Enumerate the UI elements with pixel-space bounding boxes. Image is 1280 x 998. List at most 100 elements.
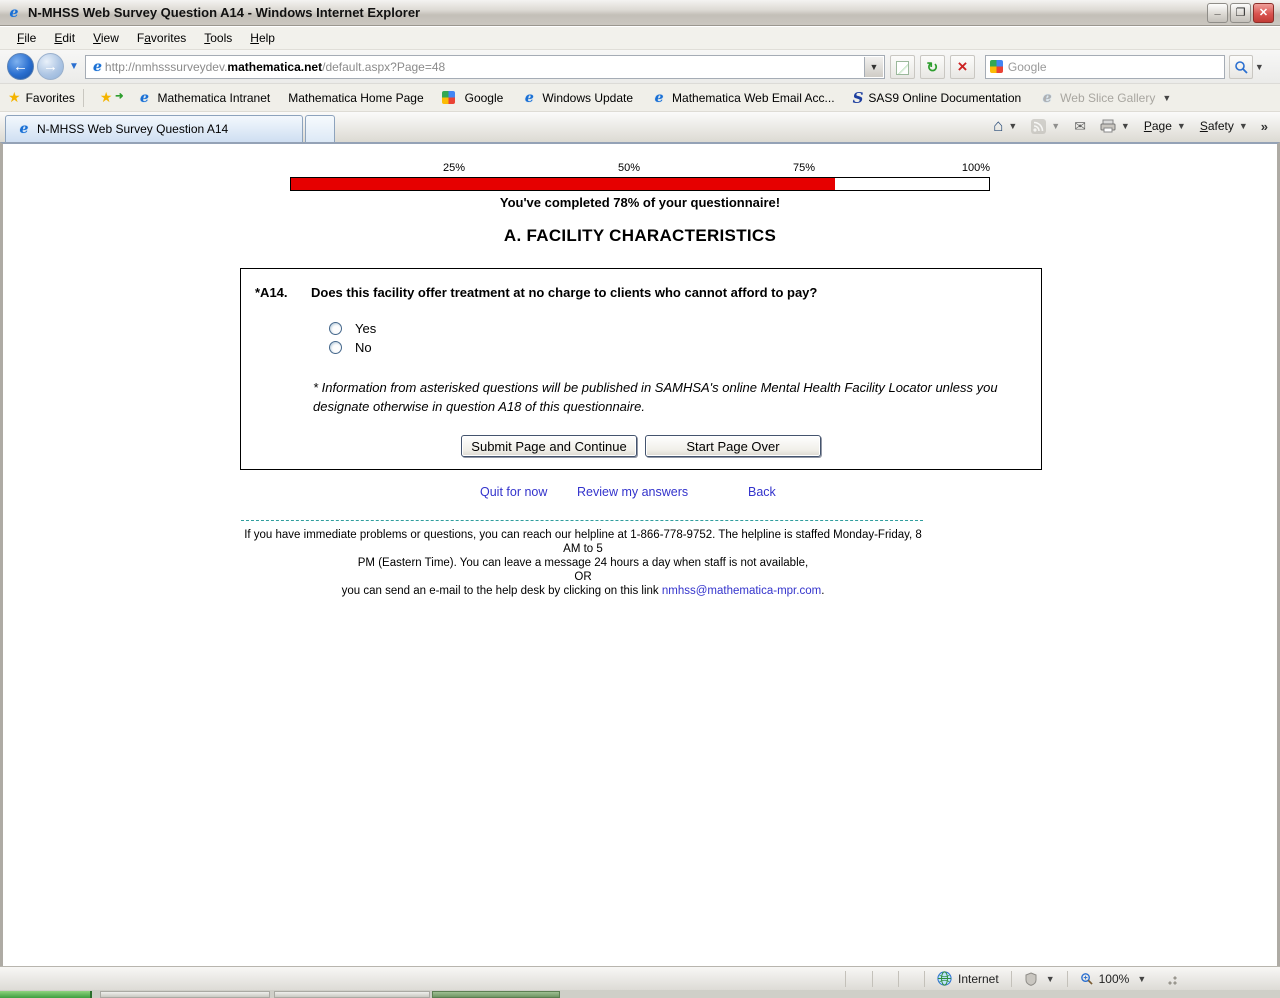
status-bar: Internet ▼ 100% ▼ [0, 966, 1280, 990]
page-menu-button[interactable]: Page ▼ [1139, 117, 1191, 135]
favorite-item[interactable]: Mathematica Home Page [279, 91, 432, 105]
forward-button[interactable]: → [37, 53, 64, 80]
search-box[interactable] [984, 54, 1225, 79]
progress-tick-labels: 25% 50% 75% 100% [290, 162, 990, 174]
mail-icon [1074, 118, 1086, 135]
history-dropdown-icon[interactable]: ▼ [69, 61, 79, 72]
address-input[interactable]: http://nmhsssurveydev.mathematica.net/de… [84, 54, 885, 79]
menu-tools[interactable]: Tools [195, 28, 241, 48]
refresh-button[interactable]: ↻ [919, 54, 945, 79]
search-options-dropdown-icon[interactable]: ▼ [1255, 62, 1264, 72]
back-link[interactable]: Back [748, 485, 776, 499]
menu-edit[interactable]: Edit [45, 28, 84, 48]
protected-mode-shield-icon [1025, 971, 1037, 986]
menu-view[interactable]: View [84, 28, 128, 48]
progress-bar-fill [291, 178, 836, 190]
minimize-button[interactable] [1207, 2, 1228, 23]
search-input[interactable] [1007, 59, 1224, 74]
quit-for-now-link[interactable]: Quit for now [480, 485, 547, 499]
option-no-label: No [355, 340, 372, 355]
helpdesk-email-link[interactable]: nmhss@mathematica-mpr.com [662, 585, 821, 597]
address-dropdown-icon[interactable]: ▼ [863, 56, 883, 77]
progress-bar [290, 177, 990, 191]
favorite-item-label: SAS9 Online Documentation [868, 90, 1022, 105]
favorite-item-label: Mathematica Home Page [288, 90, 424, 105]
resize-grip[interactable] [1164, 971, 1179, 986]
stop-button[interactable]: × [949, 54, 975, 79]
add-favorite-button[interactable]: ➜ [92, 89, 124, 106]
menu-help[interactable]: Help [241, 28, 284, 48]
taskbar-button[interactable] [100, 991, 270, 998]
progress-tick-label: 75% [792, 162, 815, 174]
start-page-over-button[interactable]: Start Page Over [645, 435, 821, 457]
compatibility-icon [895, 60, 909, 75]
submit-page-button[interactable]: Submit Page and Continue [461, 435, 637, 457]
zoom-control[interactable]: 100% ▼ [1068, 972, 1159, 986]
google-icon [989, 60, 1003, 73]
dashed-divider [241, 520, 923, 521]
page-menu-label: Page [1143, 119, 1172, 133]
progress-tick-label: 50% [617, 162, 640, 174]
tab-favicon-icon [16, 121, 32, 137]
ie-icon [1039, 90, 1055, 106]
google-icon [441, 91, 455, 104]
magnifier-icon [1235, 60, 1248, 74]
add-favorite-star-icon [100, 89, 113, 105]
option-yes-label: Yes [355, 321, 377, 336]
asterisk-footnote: * Information from asterisked questions … [313, 380, 998, 414]
favorites-button[interactable]: Favorites [26, 91, 75, 105]
sas-icon [853, 89, 864, 107]
ie-icon [136, 90, 152, 106]
tab-active[interactable]: N-MHSS Web Survey Question A14 [5, 115, 303, 142]
option-no[interactable]: No [329, 340, 372, 355]
favorite-item[interactable]: Windows Update [512, 90, 642, 106]
safety-menu-button[interactable]: Safety ▼ [1195, 117, 1253, 135]
favorites-items: Mathematica Intranet Mathematica Home Pag… [127, 89, 1180, 107]
home-button[interactable]: ▼ [988, 114, 1022, 138]
option-yes[interactable]: Yes [329, 321, 376, 336]
help-line-4: you can send an e-mail to the help desk … [341, 585, 825, 597]
security-zone: Internet [925, 971, 1011, 986]
radio-yes[interactable] [329, 322, 342, 335]
compatibility-view-button[interactable] [889, 54, 915, 79]
separator [82, 88, 84, 107]
menu-file[interactable]: File [8, 28, 45, 48]
taskbar-button[interactable] [274, 991, 430, 998]
favorite-item[interactable]: Google [433, 91, 513, 105]
navigation-links: Quit for now Review my answers Back [3, 485, 1280, 501]
favorite-item[interactable]: SAS9 Online Documentation [844, 89, 1031, 107]
back-button[interactable]: ← [7, 53, 34, 80]
start-button-sliver[interactable] [0, 991, 92, 998]
favorite-item[interactable]: Mathematica Intranet [127, 90, 279, 106]
url-domain: mathematica.net [227, 59, 323, 74]
security-zone-label: Internet [958, 971, 999, 986]
new-tab-button[interactable] [305, 115, 335, 142]
print-button[interactable]: ▼ [1095, 117, 1135, 135]
ie-icon [521, 90, 537, 106]
progress-tick-label: 100% [961, 162, 990, 174]
rss-feed-icon [1031, 118, 1047, 134]
taskbar-button[interactable] [432, 991, 560, 998]
review-my-answers-link[interactable]: Review my answers [577, 485, 688, 499]
ie-icon [651, 90, 667, 106]
favorite-item-label: Mathematica Web Email Acc... [672, 90, 835, 105]
protected-mode-button[interactable]: ▼ [1012, 971, 1067, 986]
search-button[interactable] [1228, 54, 1253, 79]
favorite-item[interactable]: Web Slice Gallery▼ [1030, 90, 1180, 106]
help-line-2: PM (Eastern Time). You can leave a messa… [357, 557, 809, 569]
toolbar-overflow-chevron-icon[interactable] [1257, 119, 1272, 134]
close-button[interactable] [1253, 2, 1274, 23]
feeds-button[interactable]: ▼ [1026, 117, 1065, 136]
tab-bar: N-MHSS Web Survey Question A14 ▼ ▼ ▼ Pag… [0, 112, 1280, 142]
favorite-item-label: Mathematica Intranet [157, 90, 271, 105]
page-viewport: 25% 50% 75% 100% You've completed 78% of yo… [0, 142, 1280, 966]
add-favorite-plus-icon: ➜ [115, 91, 124, 102]
favorite-item-label: Web Slice Gallery [1060, 90, 1156, 105]
radio-no[interactable] [329, 341, 342, 354]
favorite-item[interactable]: Mathematica Web Email Acc... [642, 90, 844, 106]
read-mail-button[interactable] [1069, 116, 1091, 137]
restore-button[interactable] [1230, 2, 1251, 23]
url-path: /default.aspx?Page=48 [322, 59, 446, 74]
question-text: Does this facility offer treatment at no… [311, 285, 818, 300]
menu-favorites[interactable]: Favorites [128, 28, 195, 48]
